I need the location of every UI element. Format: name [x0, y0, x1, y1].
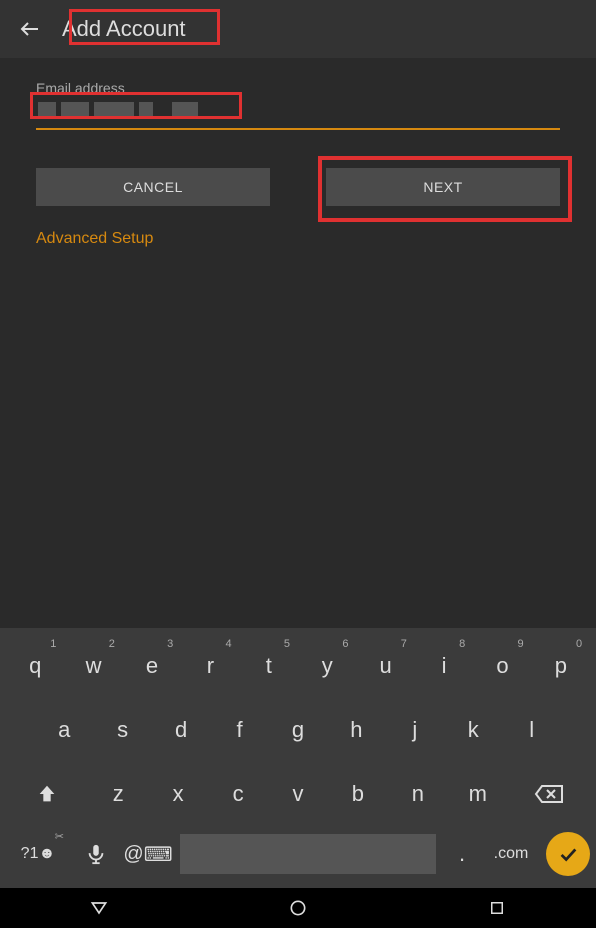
key-j[interactable]: j	[388, 700, 442, 760]
key-t[interactable]: t5	[242, 636, 296, 696]
key-k[interactable]: k	[446, 700, 500, 760]
cancel-button[interactable]: CANCEL	[36, 168, 270, 206]
space-key[interactable]	[180, 834, 436, 874]
nav-recent-icon[interactable]	[467, 899, 527, 917]
com-key[interactable]: .com	[482, 828, 540, 880]
key-g[interactable]: g	[271, 700, 325, 760]
mic-key[interactable]	[70, 828, 122, 880]
key-e[interactable]: e3	[125, 636, 179, 696]
key-z[interactable]: z	[90, 764, 146, 824]
key-f[interactable]: f	[212, 700, 266, 760]
backspace-key[interactable]	[510, 764, 588, 824]
email-label: Email address	[36, 80, 560, 96]
at-key[interactable]: @ ⌨	[122, 828, 174, 880]
key-a[interactable]: a	[37, 700, 91, 760]
next-button[interactable]: NEXT	[326, 168, 560, 206]
keyboard-switch-icon: ⌨	[144, 842, 173, 867]
nav-home-icon[interactable]	[268, 898, 328, 918]
key-c[interactable]: c	[210, 764, 266, 824]
key-p[interactable]: p0	[534, 636, 588, 696]
enter-key[interactable]	[546, 832, 590, 876]
key-d[interactable]: d	[154, 700, 208, 760]
key-w[interactable]: w2	[66, 636, 120, 696]
key-r[interactable]: r4	[183, 636, 237, 696]
email-field[interactable]	[36, 98, 560, 120]
android-navbar	[0, 888, 596, 928]
key-b[interactable]: b	[330, 764, 386, 824]
period-key[interactable]: .	[442, 828, 482, 880]
key-n[interactable]: n	[390, 764, 446, 824]
key-m[interactable]: m	[450, 764, 506, 824]
key-q[interactable]: q1	[8, 636, 62, 696]
back-icon[interactable]	[18, 17, 42, 41]
key-x[interactable]: x	[150, 764, 206, 824]
shift-key[interactable]	[8, 764, 86, 824]
key-i[interactable]: i8	[417, 636, 471, 696]
field-underline	[36, 128, 560, 130]
nav-back-icon[interactable]	[69, 898, 129, 918]
keyboard: q1w2e3r4t5y6u7i8o9p0 asdfghjkl zxcvbnm ?…	[0, 628, 596, 888]
key-o[interactable]: o9	[475, 636, 529, 696]
key-h[interactable]: h	[329, 700, 383, 760]
scissors-icon: ✂	[55, 830, 64, 843]
page-title: Add Account	[54, 13, 194, 45]
symbols-key[interactable]: ?1☻ ✂	[6, 828, 70, 880]
key-u[interactable]: u7	[358, 636, 412, 696]
key-y[interactable]: y6	[300, 636, 354, 696]
advanced-setup-link[interactable]: Advanced Setup	[36, 230, 153, 248]
key-l[interactable]: l	[505, 700, 559, 760]
key-s[interactable]: s	[95, 700, 149, 760]
key-v[interactable]: v	[270, 764, 326, 824]
